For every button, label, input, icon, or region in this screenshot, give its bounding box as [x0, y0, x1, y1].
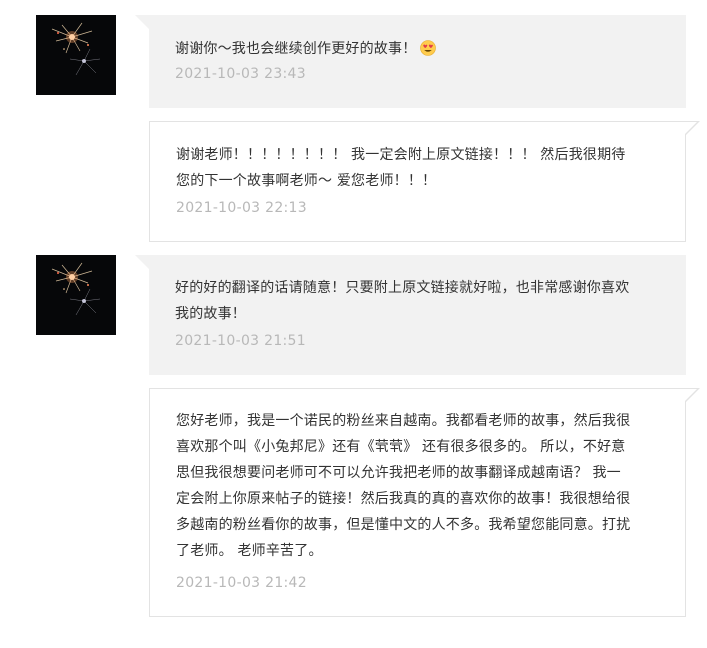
comment-timestamp: 2021-10-03 23:43: [175, 66, 306, 82]
comment-bubble-author: 谢谢你～我也会继续创作更好的故事！ 2021-10-03 23:43: [135, 15, 686, 108]
comment-thread: 谢谢你～我也会继续创作更好的故事！ 2021-10-03 23:43 谢谢老师！…: [0, 0, 707, 648]
comment-text: 谢谢老师！！！！！！！！ 我一定会附上原文链接！！！ 然后我很期待 您的下一个故事…: [176, 147, 626, 189]
comment-bubble-reader: 您好老师，我是一个诺民的粉丝来自越南。我都看老师的故事，然后我很 喜欢那个叫《小兔…: [149, 388, 700, 617]
comment-text: 好的好的翻译的话请随意！只要附上原文链接就好啦，也非常感谢你喜欢 我的故事！: [175, 280, 630, 322]
comment-timestamp: 2021-10-03 22:13: [176, 200, 307, 216]
sparkler-avatar-icon: [36, 15, 116, 95]
comment-timestamp: 2021-10-03 21:51: [175, 333, 306, 349]
author-avatar[interactable]: [36, 15, 116, 95]
sparkler-avatar-icon: [36, 255, 116, 335]
author-avatar[interactable]: [36, 255, 116, 335]
comment-text: 您好老师，我是一个诺民的粉丝来自越南。我都看老师的故事，然后我很 喜欢那个叫《小兔…: [176, 413, 631, 559]
comment-timestamp: 2021-10-03 21:42: [176, 575, 307, 591]
comment-bubble-author: 好的好的翻译的话请随意！只要附上原文链接就好啦，也非常感谢你喜欢 我的故事！ 20…: [135, 255, 686, 375]
smiling-face-with-heart-eyes-emoji: [420, 40, 437, 56]
comment-text: 谢谢你～我也会继续创作更好的故事！: [175, 36, 662, 62]
comment-bubble-reader: 谢谢老师！！！！！！！！ 我一定会附上原文链接！！！ 然后我很期待 您的下一个故事…: [149, 121, 700, 242]
